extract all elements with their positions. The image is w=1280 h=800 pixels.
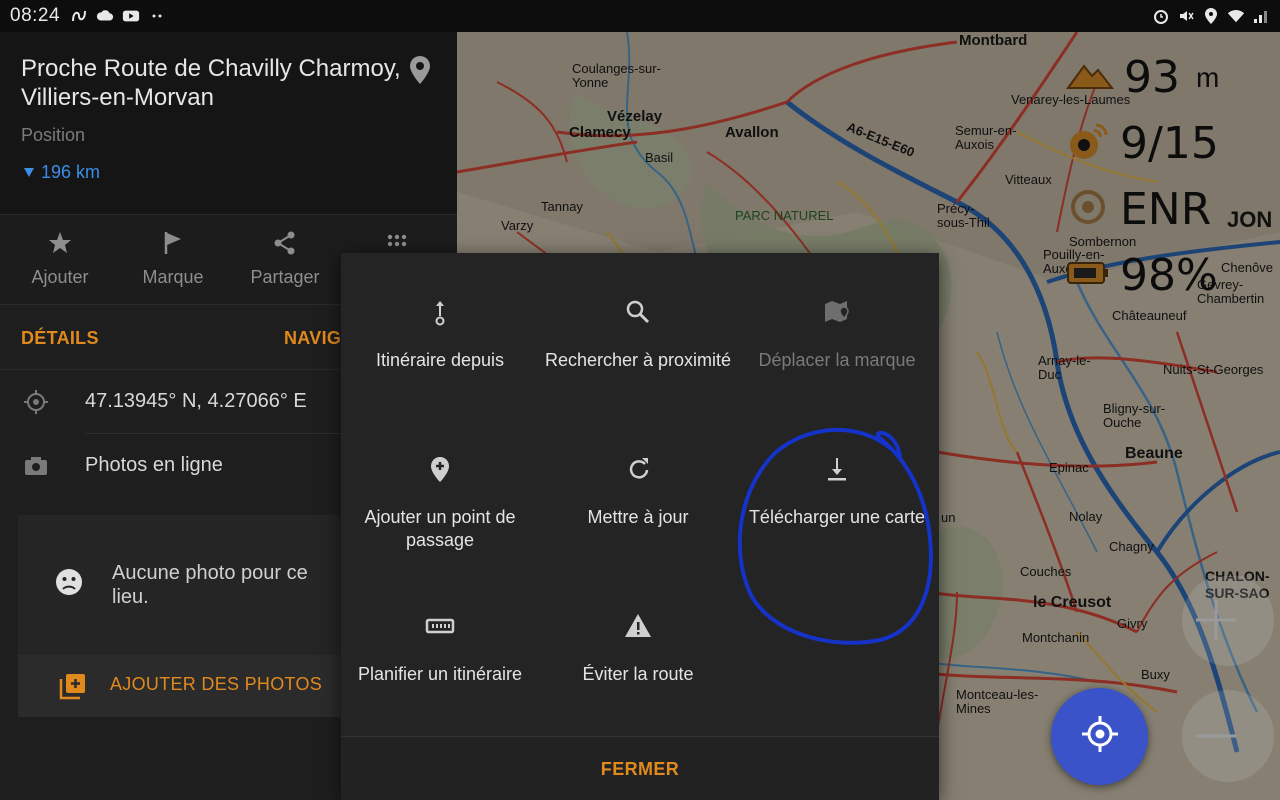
menu-item-label: Éviter la route bbox=[582, 664, 694, 684]
status-bar: 08:24 bbox=[0, 0, 1280, 32]
camera-icon bbox=[22, 452, 50, 480]
battery-widget[interactable]: 98% bbox=[1066, 250, 1218, 301]
my-location-button[interactable] bbox=[1051, 688, 1148, 785]
satellite-icon bbox=[1066, 121, 1110, 166]
zoom-controls bbox=[1182, 576, 1274, 782]
flag-icon bbox=[159, 229, 187, 257]
ruler-icon bbox=[425, 611, 455, 641]
marker-label: Marque bbox=[142, 267, 204, 287]
record-icon bbox=[1066, 187, 1110, 232]
close-button[interactable]: FERMER bbox=[341, 737, 939, 800]
search-icon bbox=[623, 297, 653, 327]
screen: { "status_bar": { "time": "08:24", "left… bbox=[0, 0, 1280, 800]
no-photos-message: Aucune photo pour ce lieu. bbox=[112, 562, 308, 608]
share-button[interactable]: Partager bbox=[230, 229, 340, 288]
menu-item-label: Mettre à jour bbox=[587, 507, 689, 527]
status-time: 08:24 bbox=[10, 5, 61, 26]
menu-item-add-waypoint[interactable]: Ajouter un point de passage bbox=[341, 454, 539, 552]
share-label: Partager bbox=[250, 267, 320, 287]
add-photo-icon bbox=[58, 671, 88, 701]
distance-indicator: 196 km bbox=[23, 162, 100, 183]
add-favorite-button[interactable]: Ajouter bbox=[5, 229, 115, 288]
mountain-icon bbox=[1066, 60, 1115, 95]
location-icon bbox=[1202, 7, 1220, 25]
menu-item-label: Planifier un itinéraire bbox=[357, 664, 523, 684]
crosshair-icon bbox=[1078, 712, 1122, 761]
move-marker-icon bbox=[822, 297, 852, 327]
warning-icon bbox=[623, 611, 653, 641]
tab-navigation[interactable]: NAVIG bbox=[284, 328, 341, 349]
share-icon bbox=[271, 229, 299, 257]
refresh-icon bbox=[623, 454, 653, 484]
menu-item-label: Déplacer la marque bbox=[758, 350, 916, 370]
menu-item-avoid-road[interactable]: Éviter la route bbox=[539, 611, 737, 686]
menu-item-route-from[interactable]: Itinéraire depuis bbox=[341, 297, 539, 372]
recording-value: ENR bbox=[1120, 184, 1212, 235]
menu-item-move-marker: Déplacer la marque bbox=[738, 297, 936, 372]
coordinates-text: 47.13945° N, 4.27066° E bbox=[85, 390, 307, 412]
signal-icon bbox=[1252, 7, 1270, 25]
direction-arrow-icon bbox=[23, 162, 35, 183]
distance-value: 196 km bbox=[41, 162, 101, 182]
battery-value: 98% bbox=[1120, 250, 1218, 301]
altitude-value: 93 bbox=[1124, 52, 1180, 103]
crosshair-icon bbox=[22, 388, 50, 416]
altitude-unit: m bbox=[1196, 61, 1220, 93]
place-title: Proche Route de Chavilly Charmoy, Villie… bbox=[21, 55, 401, 111]
menu-item-label: Rechercher à proximité bbox=[544, 350, 732, 370]
place-header: Proche Route de Chavilly Charmoy, Villie… bbox=[0, 32, 457, 214]
menu-item-refresh[interactable]: Mettre à jour bbox=[539, 454, 737, 529]
youtube-icon bbox=[122, 7, 140, 25]
battery-icon bbox=[1066, 258, 1110, 293]
marker-button[interactable]: Marque bbox=[118, 229, 228, 288]
dialog-footer: FERMER bbox=[341, 736, 939, 800]
map-pin-icon[interactable] bbox=[406, 54, 434, 86]
highlight-circle-annotation bbox=[737, 427, 933, 645]
menu-item-plan-route[interactable]: Planifier un itinéraire bbox=[341, 611, 539, 686]
star-icon bbox=[46, 229, 74, 257]
alarm-icon bbox=[1152, 7, 1170, 25]
cloud-icon bbox=[96, 7, 114, 25]
recording-widget[interactable]: ENR bbox=[1066, 184, 1211, 235]
ondemand-icon bbox=[70, 7, 88, 25]
menu-item-search-nearby[interactable]: Rechercher à proximité bbox=[539, 297, 737, 372]
wifi-icon bbox=[1227, 7, 1245, 25]
menu-item-label: Itinéraire depuis bbox=[375, 350, 505, 370]
dots-icon bbox=[148, 7, 166, 25]
altitude-widget[interactable]: 93 m bbox=[1066, 52, 1219, 103]
place-subtitle: Position bbox=[21, 125, 86, 145]
tab-details[interactable]: DÉTAILS bbox=[21, 328, 99, 349]
add-photos-label: AJOUTER DES PHOTOS bbox=[110, 674, 323, 694]
satellites-widget[interactable]: 9/15 bbox=[1066, 118, 1219, 169]
satellites-value: 9/15 bbox=[1120, 118, 1219, 169]
online-photos-label: Photos en ligne bbox=[85, 454, 223, 476]
sad-face-icon bbox=[54, 567, 84, 597]
add-waypoint-icon bbox=[425, 454, 455, 484]
add-favorite-label: Ajouter bbox=[31, 267, 89, 287]
map-info-widgets: 93 m 9/15 ENR 98% bbox=[1066, 44, 1261, 301]
menu-item-label: Ajouter un point de passage bbox=[364, 507, 516, 550]
mute-icon bbox=[1177, 7, 1195, 25]
route-from-icon bbox=[425, 297, 455, 327]
